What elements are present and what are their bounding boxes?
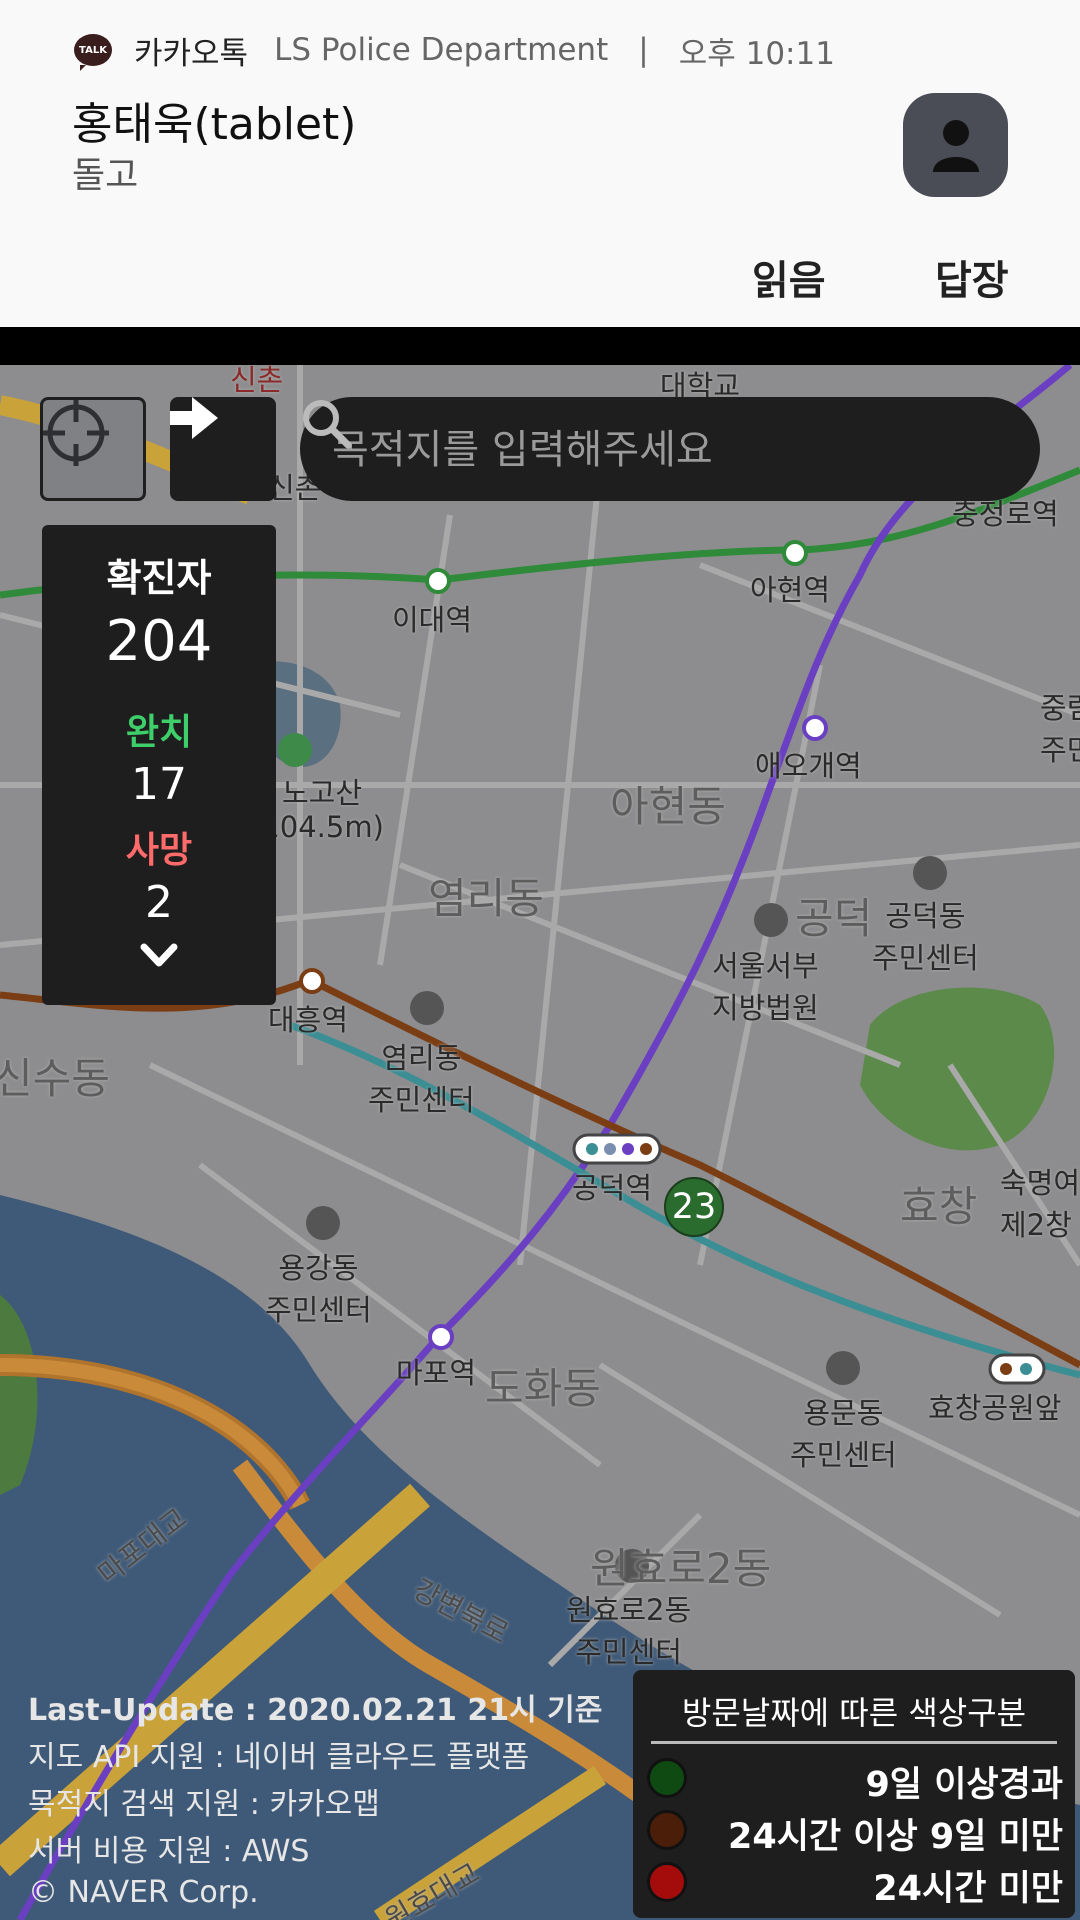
chevron-down-icon[interactable] (140, 943, 178, 969)
map-label: 원효로2동 주민센터 (566, 1593, 692, 1669)
app-name: 카카오톡 (134, 35, 249, 72)
map-label: 효창공원앞 (928, 1391, 1062, 1425)
map-label: 노고산 (282, 776, 363, 810)
map-label: 서울서부 지방법원 (712, 949, 819, 1025)
map-label: 애오개역 (755, 749, 862, 783)
map-label: 신촌 (230, 365, 284, 397)
destination-search-input[interactable] (330, 397, 934, 503)
case-count: 23 (671, 1187, 717, 1227)
map-label: 효창 (900, 1182, 978, 1231)
map-label: 아현역 (750, 573, 831, 607)
deaths-value: 2 (145, 877, 173, 928)
arrow-right-icon (170, 397, 218, 439)
legend-divider (651, 1741, 1057, 1744)
group-name: LS Police Department (274, 32, 609, 68)
legend-swatch (647, 1758, 687, 1798)
map-label: 숙명여 제2창 (1000, 1166, 1080, 1242)
legend-label: 9일 이상경과 (865, 1765, 1063, 1805)
read-button[interactable]: 읽음 (752, 248, 826, 306)
reply-button[interactable]: 답장 (935, 248, 1009, 306)
color-legend: 방문날짜에 따른 색상구분 9일 이상경과 24시간 이상 9일 미만 24시간… (633, 1670, 1075, 1918)
legend-item: 24시간 미만 (647, 1858, 1063, 1909)
recovered-value: 17 (131, 759, 187, 810)
last-update: Last-Update : 2020.02.21 21시 기준 (28, 1693, 603, 1728)
legend-swatch (647, 1862, 687, 1902)
map-label: 용강동 주민센터 (265, 1251, 372, 1327)
destination-search-bar[interactable] (300, 397, 1040, 503)
kakaotalk-notification[interactable]: TALK 카카오톡 LS Police Department | 오후 10:1… (0, 0, 1080, 327)
map-label: 신수동 (0, 1054, 110, 1103)
legend-swatch (647, 1810, 687, 1850)
separator: | (638, 32, 649, 68)
map-label: 공덕동 주민센터 (872, 899, 979, 975)
map-label: 중림 주민 (1040, 691, 1080, 767)
search-icon[interactable] (300, 397, 352, 449)
deaths-label: 사망 (125, 830, 193, 871)
legend-item: 24시간 이상 9일 미만 (647, 1806, 1063, 1857)
case-marker[interactable]: 23 (664, 1177, 724, 1237)
stats-panel: 확진자 204 완치 17 사망 2 (42, 525, 276, 1005)
sender-name: 홍태욱(tablet) (72, 99, 357, 150)
map-label: 이대역 (392, 603, 473, 637)
kakaotalk-icon: TALK (74, 34, 112, 71)
map-label: 대흥역 (268, 1003, 349, 1037)
my-location-button[interactable] (40, 397, 146, 501)
naver-copyright: © NAVER Corp. (28, 1875, 259, 1910)
route-button[interactable] (170, 397, 276, 501)
notification-time: 오후 10:11 (678, 35, 835, 72)
message-text: 돌고 (72, 155, 139, 196)
confirmed-value: 204 (105, 609, 213, 674)
map-label: 염리동 주민센터 (368, 1041, 475, 1117)
divider-strip (0, 327, 1080, 365)
person-icon (932, 120, 979, 172)
recovered-label: 완치 (125, 712, 193, 753)
map-label: 공덕 (795, 894, 873, 943)
map-label: 용문동 주민센터 (790, 1396, 897, 1472)
notification-meta: TALK 카카오톡 LS Police Department | 오후 10:1… (74, 30, 835, 72)
legend-item: 9일 이상경과 (647, 1754, 1063, 1805)
map-api-credit: 지도 API 지원 : 네이버 클라우드 플랫폼 (28, 1740, 530, 1775)
map-view[interactable]: 신촌 대학교 신촌 이대역 아현역 충정로역 애오개역 아현동 노고산 (104… (0, 365, 1080, 1920)
legend-label: 24시간 미만 (873, 1869, 1063, 1909)
legend-label: 24시간 이상 9일 미만 (727, 1817, 1063, 1857)
map-label: 공덕역 (572, 1171, 653, 1205)
map-label: 아현동 (610, 782, 726, 831)
legend-title: 방문날짜에 따른 색상구분 (681, 1694, 1027, 1732)
map-label: 도화동 (485, 1364, 601, 1413)
search-api-credit: 목적지 검색 지원 : 카카오맵 (28, 1787, 380, 1822)
server-credit: 서버 비용 지원 : AWS (28, 1834, 310, 1869)
map-label: 마포역 (396, 1356, 477, 1390)
crosshair-icon (43, 400, 109, 466)
avatar (903, 93, 1008, 197)
credits: Last-Update : 2020.02.21 21시 기준 지도 API 지… (28, 1687, 602, 1911)
map-label: 염리동 (428, 874, 544, 923)
confirmed-label: 확진자 (106, 556, 212, 600)
